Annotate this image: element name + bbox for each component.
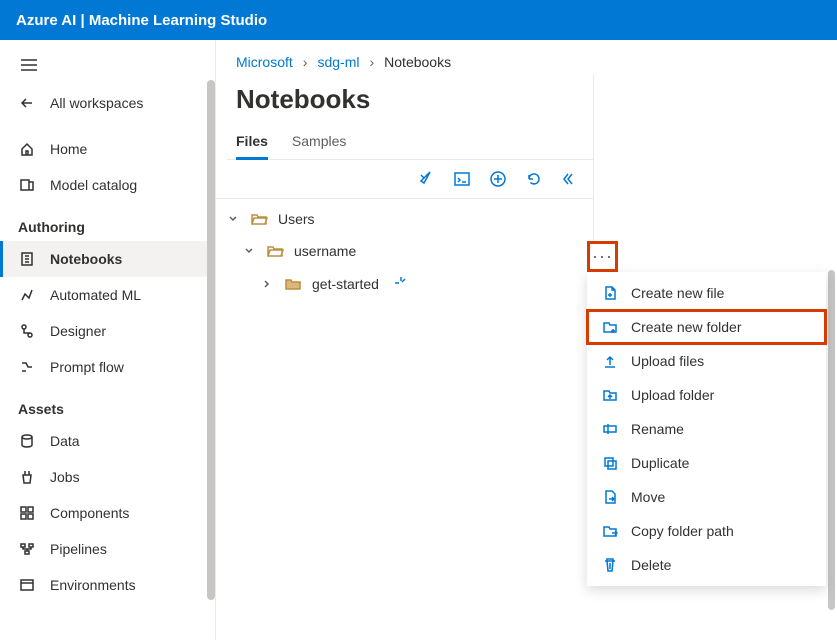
focus-indicator-icon (393, 275, 407, 292)
breadcrumb: Microsoft › sdg-ml › Notebooks (216, 40, 837, 74)
menu-item-upload-files[interactable]: Upload files (587, 344, 826, 378)
vscode-icon[interactable] (417, 170, 435, 188)
tree-label: get-started (312, 276, 379, 292)
move-icon (601, 489, 619, 505)
sidebar-item-prompt-flow[interactable]: Prompt flow (0, 349, 215, 385)
tab-files[interactable]: Files (236, 123, 268, 159)
sidebar-item-environments[interactable]: Environments (0, 567, 215, 603)
sidebar-item-notebooks[interactable]: Notebooks (0, 241, 215, 277)
sidebar-item-model-catalog[interactable]: Model catalog (0, 167, 215, 203)
more-actions-button[interactable]: ··· (587, 241, 618, 272)
top-bar: Azure AI | Machine Learning Studio (0, 0, 837, 40)
catalog-icon (18, 176, 36, 194)
tree-row-get-started[interactable]: get-started (216, 267, 593, 300)
refresh-icon[interactable] (525, 170, 543, 188)
copy-path-icon (601, 523, 619, 539)
duplicate-icon (601, 455, 619, 471)
terminal-icon[interactable] (453, 170, 471, 188)
breadcrumb-item-current: Notebooks (384, 54, 451, 70)
menu-item-duplicate[interactable]: Duplicate (587, 446, 826, 480)
components-icon (18, 504, 36, 522)
file-tree: Users username get-started (216, 199, 593, 304)
pipelines-icon (18, 540, 36, 558)
tabs: Files Samples (226, 123, 593, 160)
hamburger-button[interactable] (0, 48, 215, 85)
sidebar-section-assets: Assets (0, 385, 215, 423)
menu-item-delete[interactable]: Delete (587, 548, 826, 582)
all-workspaces-link[interactable]: All workspaces (0, 85, 215, 121)
chevron-right-icon: › (369, 54, 374, 70)
notebook-icon (18, 250, 36, 268)
data-icon (18, 432, 36, 450)
sidebar-section-authoring: Authoring (0, 203, 215, 241)
add-icon[interactable] (489, 170, 507, 188)
new-folder-icon (601, 319, 619, 335)
menu-item-create-file[interactable]: Create new file (587, 276, 826, 310)
breadcrumb-item[interactable]: sdg-ml (317, 54, 359, 70)
tree-label: username (294, 243, 356, 259)
folder-icon (284, 277, 302, 291)
breadcrumb-item[interactable]: Microsoft (236, 54, 293, 70)
files-toolbar (216, 160, 593, 199)
ellipsis-icon: ··· (592, 246, 613, 267)
product-title: Azure AI | Machine Learning Studio (16, 12, 267, 29)
page-title: Notebooks (226, 74, 593, 123)
hamburger-icon (20, 58, 38, 72)
upload-folder-icon (601, 387, 619, 403)
sidebar-item-components[interactable]: Components (0, 495, 215, 531)
sidebar-item-jobs[interactable]: Jobs (0, 459, 215, 495)
rename-icon (601, 421, 619, 437)
folder-open-icon (250, 212, 268, 226)
sidebar-scrollbar[interactable] (207, 80, 215, 600)
environments-icon (18, 576, 36, 594)
new-file-icon (601, 285, 619, 301)
menu-item-copy-path[interactable]: Copy folder path (587, 514, 826, 548)
sidebar: All workspaces Home Model catalog Author… (0, 40, 216, 640)
all-workspaces-label: All workspaces (50, 95, 143, 111)
menu-item-create-folder[interactable]: Create new folder (587, 310, 826, 344)
jobs-icon (18, 468, 36, 486)
automl-icon (18, 286, 36, 304)
right-scrollbar[interactable] (828, 270, 835, 610)
prompt-flow-icon (18, 358, 36, 376)
files-panel: Notebooks Files Samples Users (216, 74, 594, 304)
sidebar-item-designer[interactable]: Designer (0, 313, 215, 349)
sidebar-item-automated-ml[interactable]: Automated ML (0, 277, 215, 313)
chevron-right-icon: › (303, 54, 308, 70)
tab-samples[interactable]: Samples (292, 123, 346, 159)
tree-row-username[interactable]: username (216, 235, 593, 267)
folder-open-icon (266, 244, 284, 258)
designer-icon (18, 322, 36, 340)
menu-item-upload-folder[interactable]: Upload folder (587, 378, 826, 412)
context-menu: Create new file Create new folder Upload… (587, 272, 826, 586)
chevron-right-icon (260, 278, 274, 290)
home-icon (18, 140, 36, 158)
menu-item-rename[interactable]: Rename (587, 412, 826, 446)
sidebar-item-home[interactable]: Home (0, 131, 215, 167)
tree-label: Users (278, 211, 315, 227)
tree-row-users[interactable]: Users (216, 203, 593, 235)
menu-item-move[interactable]: Move (587, 480, 826, 514)
sidebar-item-data[interactable]: Data (0, 423, 215, 459)
delete-icon (601, 557, 619, 573)
collapse-icon[interactable] (561, 170, 579, 188)
upload-icon (601, 353, 619, 369)
chevron-down-icon (226, 213, 240, 225)
back-arrow-icon (18, 94, 36, 112)
sidebar-item-pipelines[interactable]: Pipelines (0, 531, 215, 567)
chevron-down-icon (242, 245, 256, 257)
